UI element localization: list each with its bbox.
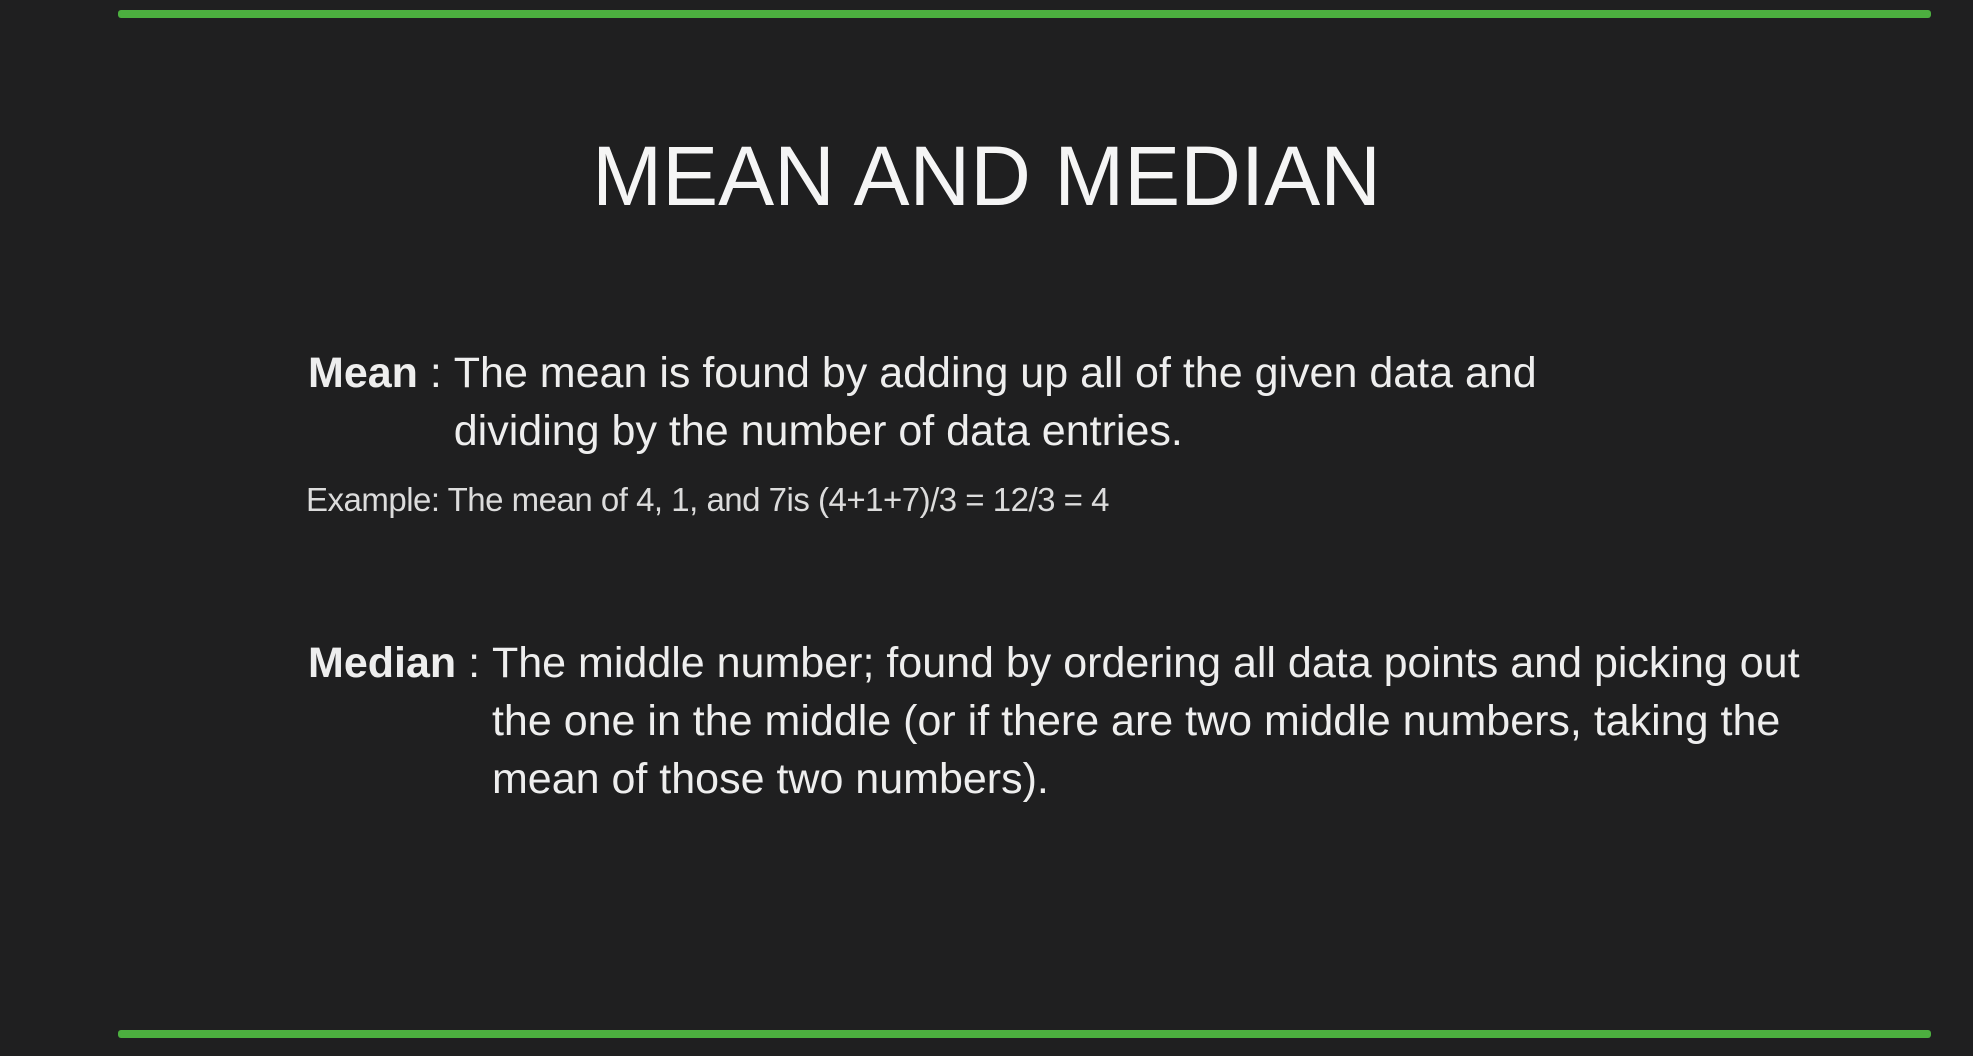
median-term: Median [308,639,457,687]
mean-definition: Mean : The mean is found by adding up al… [308,344,1708,460]
median-definition: Median : The middle number; found by ord… [308,634,1868,808]
median-description: The middle number; found by ordering all… [491,639,1800,803]
mean-separator: : [417,349,454,397]
median-separator: : [456,639,492,687]
top-accent-rule [118,10,1931,18]
bottom-accent-rule [118,1030,1931,1038]
slide: MEAN AND MEDIAN Mean : The mean is found… [0,0,1973,1056]
mean-term: Mean [308,349,418,397]
mean-example: Example: The mean of 4, 1, and 7is (4+1+… [306,481,1109,518]
mean-description: The mean is found by adding up all of th… [453,349,1537,455]
slide-title: MEAN AND MEDIAN [592,129,1381,223]
